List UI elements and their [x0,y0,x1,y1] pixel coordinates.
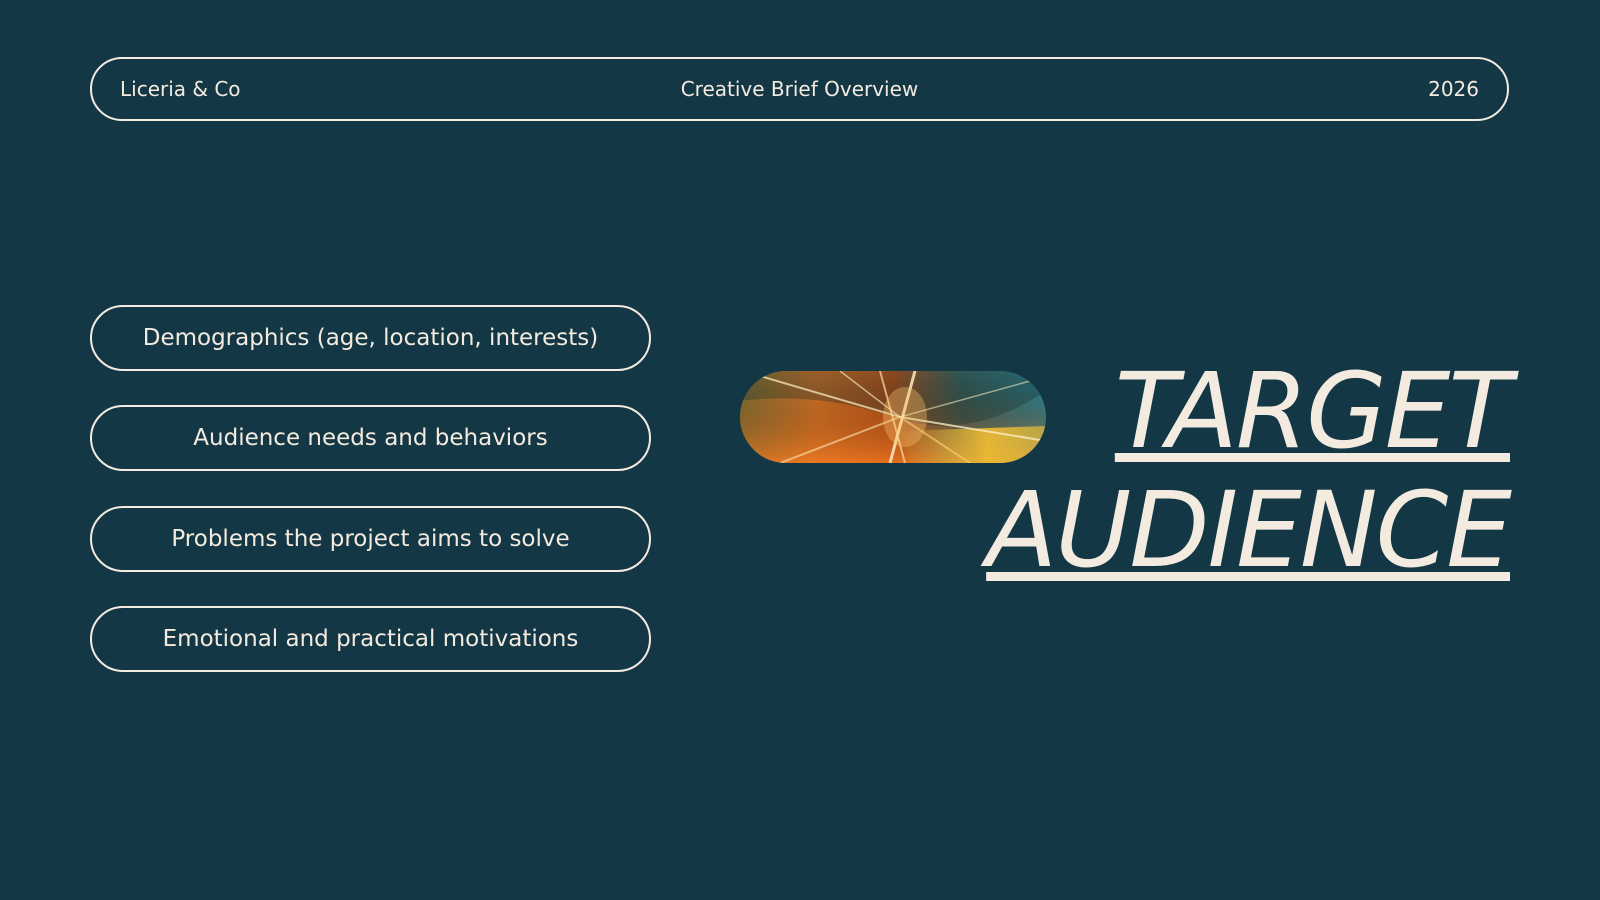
point-label: Audience needs and behaviors [193,425,548,451]
document-title: Creative Brief Overview [680,77,919,101]
point-label: Demographics (age, location, interests) [142,325,599,351]
point-pill-motivations: Emotional and practical motivations [90,606,651,672]
point-label: Emotional and practical motivations [162,626,579,652]
header-bar: Liceria & Co Creative Brief Overview 202… [90,57,1509,121]
title-line-2: AUDIENCE [986,469,1512,591]
point-label: Problems the project aims to solve [171,526,570,552]
year-label: 2026 [1428,77,1479,101]
point-pill-problems: Problems the project aims to solve [90,506,651,572]
company-name: Liceria & Co [120,77,241,101]
slide-title: TARGET AUDIENCE [986,350,1512,591]
point-pill-demographics: Demographics (age, location, interests) [90,305,651,371]
point-pill-needs: Audience needs and behaviors [90,405,651,471]
title-line-1: TARGET [1114,350,1512,472]
